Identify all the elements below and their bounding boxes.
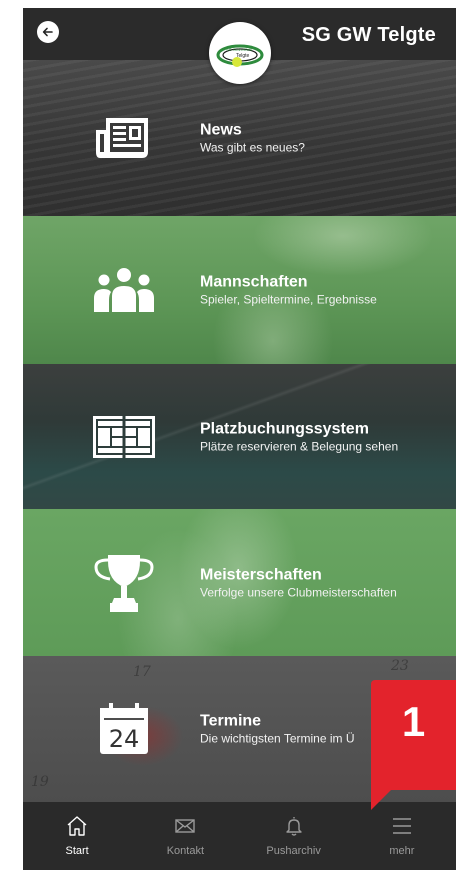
tile-title: Mannschaften [200,273,308,291]
club-logo[interactable]: SG Grün-Weiß Telgte [209,22,271,84]
tile-texts: Mannschaften Spieler, Spieltermine, Erge… [200,273,377,308]
tile-texts: Meisterschaften Verfolge unsere Clubmeis… [200,565,397,600]
tab-label: Kontakt [166,845,205,857]
tile-texts: News Was gibt es neues? [200,121,305,156]
tab-mehr[interactable]: mehr [348,802,456,870]
app-screen: SG GW Telgte SG Grün-Weiß Telgte News Wa… [23,8,456,870]
tab-kontakt[interactable]: Kontakt [131,802,239,870]
calendar-day: 24 [108,725,140,753]
team-icon [91,258,157,322]
calendar-background-number: 23 [391,658,409,674]
tile-title: Platzbuchungssystem [200,420,369,437]
bell-icon [285,817,302,836]
tile-subtitle: Spieler, Spieltermine, Ergebnisse [200,292,377,307]
arrow-left-icon [42,27,53,37]
tile-subtitle: Was gibt es neues? [200,140,305,155]
tile-texts: Termine Die wichtigsten Termine im Ü [200,712,355,747]
badge-count: 1 [401,698,426,745]
tile-subtitle: Die wichtigsten Termine im Ü [200,731,355,746]
bottom-tab-bar: Start Kontakt Pusharchiv mehr [23,802,456,870]
svg-text:SG Grün-Weiß: SG Grün-Weiß [226,47,253,52]
club-logo-image: SG Grün-Weiß Telgte [216,44,264,67]
tab-label: mehr [389,845,415,857]
tile-title: Meisterschaften [200,566,322,583]
tile-subtitle: Verfolge unsere Clubmeisterschaften [200,585,397,599]
calendar-background-number: 19 [31,774,49,790]
tab-pusharchiv[interactable]: Pusharchiv [240,802,348,870]
tab-start[interactable]: Start [23,802,131,870]
tile-mannschaften[interactable]: Mannschaften Spieler, Spieltermine, Erge… [23,216,456,364]
svg-text:Telgte: Telgte [236,53,250,59]
menu-icon [392,818,411,834]
tab-label: Pusharchiv [266,845,321,857]
tile-texts: Platzbuchungssystem Plätze reservieren &… [200,419,398,454]
calendar-icon: 24 [91,697,157,761]
tennis-court-icon [91,405,157,469]
home-icon [67,816,87,836]
tile-meisterschaften[interactable]: Meisterschaften Verfolge unsere Clubmeis… [23,509,456,656]
notification-badge: 1 [371,680,456,810]
tile-subtitle: Plätze reservieren & Belegung sehen [200,439,399,453]
newspaper-icon [91,106,157,170]
back-button[interactable] [37,21,59,43]
tile-title: Termine [200,712,262,730]
tile-platzbuchungssystem[interactable]: Platzbuchungssystem Plätze reservieren &… [23,364,456,509]
calendar-background-number: 17 [133,664,151,680]
trophy-icon [91,551,157,615]
app-title: SG GW Telgte [301,24,436,46]
tile-title: News [200,121,242,139]
envelope-icon [175,819,196,833]
tab-label: Start [65,845,89,857]
